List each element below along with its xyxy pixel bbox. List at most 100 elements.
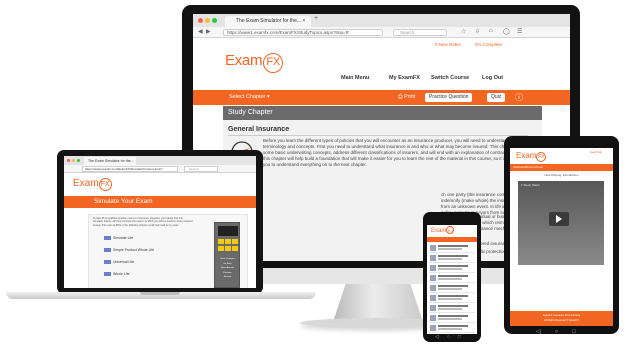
chapter-title: General Insurance	[228, 126, 290, 133]
phone-nav-buttons[interactable]: ◁○□	[427, 334, 477, 340]
practice-question-button[interactable]: Practice Question	[425, 93, 473, 102]
play-icon[interactable]	[549, 212, 569, 226]
simulator-title: Simulate Your Exam	[94, 198, 153, 205]
document-icon	[430, 295, 436, 301]
nav-my-examfx[interactable]: My ExamFX	[389, 75, 420, 81]
tablet-footer: ExamFX Insurance Pre-Licensing All Right…	[510, 311, 613, 326]
menu-icon[interactable]: ☰	[517, 28, 522, 35]
nav-log-out[interactable]: Log Out	[482, 75, 503, 81]
phone-screen: ExamFX	[427, 222, 477, 334]
exam-icon	[104, 272, 111, 277]
print-button[interactable]: ⎙ Print	[398, 94, 415, 101]
laptop-examfx-logo[interactable]: Exam FX	[73, 178, 112, 191]
tablet-orange-bar: Understand/Know Concept	[510, 164, 613, 171]
shield-icon[interactable]: ◯	[503, 28, 510, 35]
laptop-tab-bar: The Exam Simulator for the...	[64, 156, 256, 165]
examfx-logo[interactable]: Exam FX	[225, 52, 284, 73]
minimize-window-icon[interactable]	[205, 18, 210, 23]
progress-link[interactable]: 0% Complete	[475, 42, 502, 47]
tablet-bar-label: Understand/Know Concept	[513, 166, 543, 169]
document-icon	[430, 285, 436, 291]
monitor-stand	[333, 284, 423, 322]
calc-key[interactable]	[225, 246, 231, 251]
list-item[interactable]	[429, 324, 475, 333]
calc-key[interactable]	[232, 239, 238, 244]
laptop-toolbar: https://www.examfx.com/ExamFX/SimulatorC…	[64, 165, 256, 173]
tablet-screen: Exam FX Need Help Understand/Know Concept…	[510, 148, 613, 326]
list-item[interactable]	[429, 314, 475, 323]
document-icon	[430, 245, 436, 251]
list-item[interactable]	[429, 284, 475, 293]
browser-search-input[interactable]: Search	[393, 29, 447, 36]
chapter-intro-text: Before you learn the different types of …	[263, 138, 539, 167]
calc-key[interactable]	[225, 239, 231, 244]
document-icon	[430, 275, 436, 281]
tablet-footer-line-2: All Rights Reserved © ExamFX	[544, 319, 579, 322]
phone-status-bar	[427, 222, 477, 225]
forward-arrow-icon[interactable]: ▶	[206, 28, 211, 35]
video-title: 1 Study Steps	[521, 183, 540, 187]
calc-key[interactable]	[218, 239, 224, 244]
home-icon[interactable]: ⌂	[489, 28, 493, 34]
calc-menu: Save Changes Go Back Show Answer Previou…	[216, 257, 239, 280]
list-item[interactable]	[429, 254, 475, 263]
review-button[interactable]: Review	[216, 275, 239, 280]
document-icon	[430, 255, 436, 261]
address-bar[interactable]: https://www1.examfx.com/ExamFX/StudyTopi…	[223, 29, 383, 36]
info-icon[interactable]: ⓘ	[515, 92, 523, 103]
tablet-nav-buttons[interactable]: ◁○□	[536, 328, 590, 335]
document-icon	[430, 325, 436, 331]
laptop-address-bar[interactable]: https://www.examfx.com/ExamFX/SimulatorC…	[82, 166, 178, 172]
nav-main-menu[interactable]: Main Menu	[341, 75, 369, 81]
maximize-window-icon[interactable]	[77, 159, 80, 162]
exam-link-4[interactable]: Whole Life	[104, 272, 130, 277]
divider	[228, 135, 528, 136]
list-item[interactable]	[429, 274, 475, 283]
chapter-toolbar: Select Chapter ▾ ⎙ Print Practice Questi…	[193, 90, 570, 105]
document-icon	[430, 305, 436, 311]
browser-tab-bar: The Exam Simulator for the... × +	[193, 14, 570, 27]
exam-icon	[104, 248, 111, 253]
calculator-widget[interactable]: Save Changes Go Back Show Answer Previou…	[214, 222, 240, 288]
star-icon[interactable]: ☆	[461, 28, 466, 35]
exam-link-3[interactable]: Universal Life	[104, 260, 134, 265]
close-window-icon[interactable]	[198, 18, 203, 23]
nav-switch-course[interactable]: Switch Course	[431, 75, 469, 81]
laptop-notch	[140, 292, 180, 295]
now-playing-label: Now Playing: Introduction	[544, 173, 579, 177]
exam-link-1[interactable]: Simulate Life	[104, 236, 133, 241]
select-chapter-dropdown[interactable]: Select Chapter ▾	[229, 94, 270, 100]
list-item[interactable]	[429, 244, 475, 253]
close-window-icon[interactable]	[67, 159, 70, 162]
phone-examfx-logo[interactable]: ExamFX	[431, 226, 455, 234]
list-item[interactable]	[429, 294, 475, 303]
site-header: Exam FX 0 New Notes 0% Complete Main Menu…	[193, 38, 570, 90]
need-help-link[interactable]: Need Help	[590, 151, 602, 154]
calc-key[interactable]	[218, 246, 224, 251]
minimize-window-icon[interactable]	[72, 159, 75, 162]
download-icon[interactable]: ⇩	[475, 28, 480, 35]
phone-orange-bar	[427, 237, 477, 242]
new-tab-icon[interactable]: +	[314, 15, 318, 22]
maximize-window-icon[interactable]	[212, 18, 217, 23]
laptop-screen: The Exam Simulator for the... https://ww…	[64, 156, 256, 288]
tablet-footer-line-1: ExamFX Insurance Pre-Licensing	[542, 314, 581, 317]
list-item[interactable]	[429, 264, 475, 273]
quiz-button[interactable]: Quiz	[487, 93, 506, 102]
exam-link-2[interactable]: Simple Product Whole Life	[104, 248, 154, 253]
tablet-examfx-logo[interactable]: Exam FX	[516, 151, 547, 162]
document-icon	[430, 265, 436, 271]
study-chapter-header: Study Chapter	[223, 106, 542, 120]
laptop-browser-tab[interactable]: The Exam Simulator for the...	[84, 157, 136, 165]
back-arrow-icon[interactable]: ◀	[198, 28, 203, 35]
calc-key[interactable]	[232, 246, 238, 251]
simulator-intro-text: To take 85 of qualified practice exams i…	[93, 217, 193, 227]
laptop-search-input[interactable]: Search	[184, 166, 218, 172]
list-item[interactable]	[429, 304, 475, 313]
browser-toolbar: ◀ ▶ https://www1.examfx.com/ExamFX/Study…	[193, 27, 570, 38]
exam-icon	[104, 236, 111, 241]
browser-tab[interactable]: The Exam Simulator for the... ×	[225, 16, 311, 27]
calculator-display	[218, 226, 238, 236]
notes-link[interactable]: 0 New Notes	[435, 42, 461, 47]
laptop-title-bar	[64, 196, 256, 208]
